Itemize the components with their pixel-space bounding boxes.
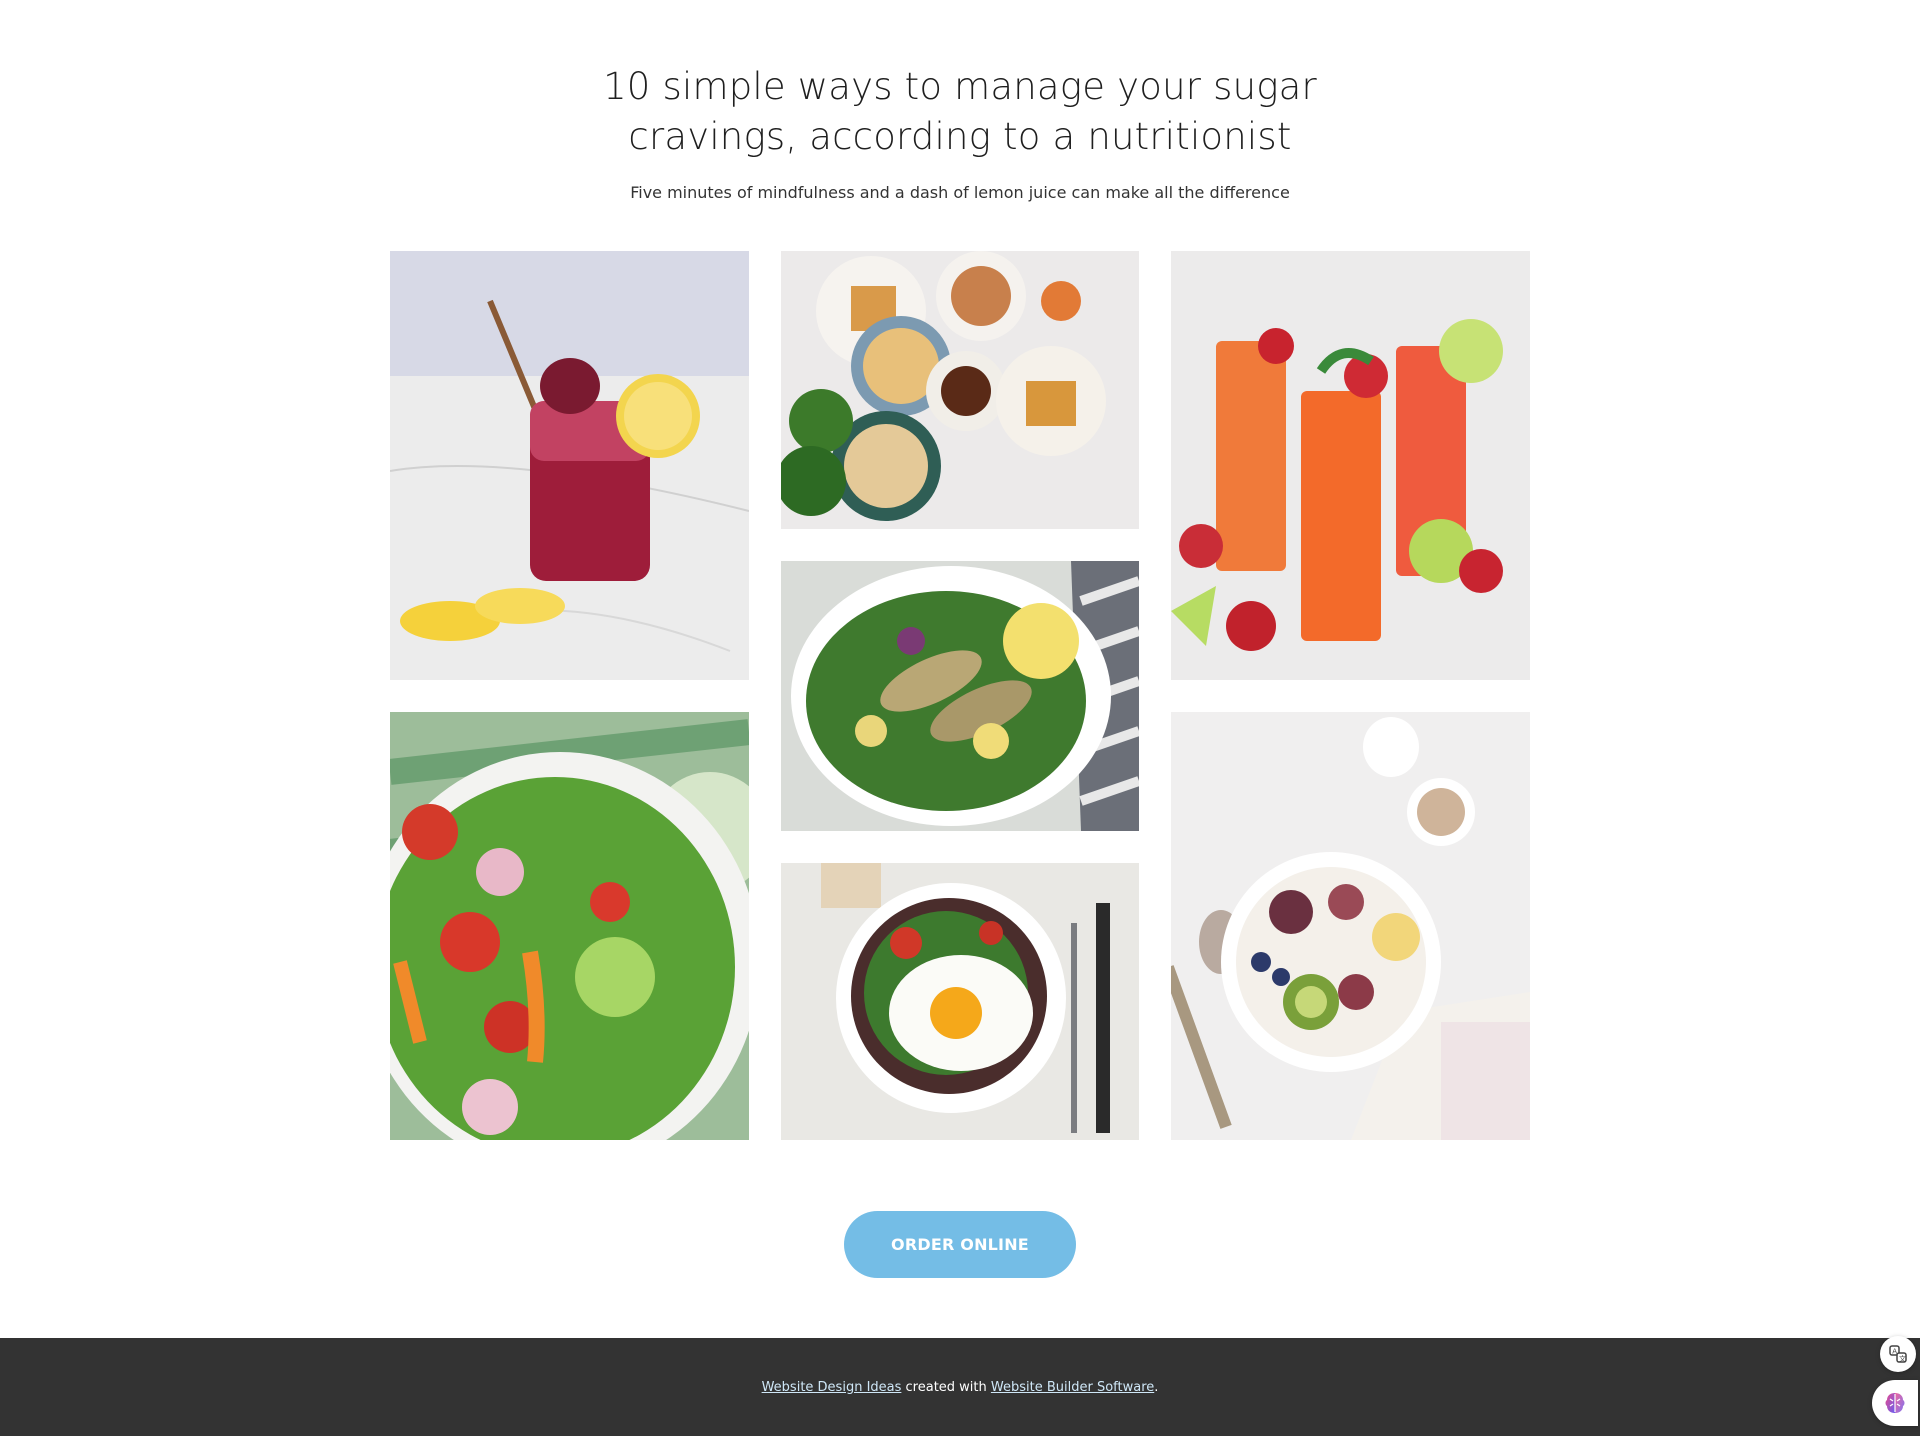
- photo-strawberry-drinks[interactable]: [1171, 251, 1530, 680]
- berry-lemonade-image: [390, 251, 749, 680]
- photo-breakfast-bowls[interactable]: [781, 251, 1139, 529]
- footer-link-builder-software[interactable]: Website Builder Software: [991, 1380, 1154, 1395]
- order-online-button[interactable]: ORDER ONLINE: [844, 1211, 1076, 1278]
- translate-button[interactable]: A 文: [1880, 1336, 1916, 1372]
- footer-credit: Website Design Ideas created with Websit…: [0, 1380, 1920, 1395]
- page-subtitle: Five minutes of mindfulness and a dash o…: [630, 183, 1290, 202]
- brain-icon: [1885, 1393, 1905, 1413]
- footer-link-design-ideas[interactable]: Website Design Ideas: [762, 1380, 902, 1395]
- photo-green-salad[interactable]: [390, 712, 749, 1140]
- footer-text-created-with: created with: [901, 1380, 991, 1395]
- fruit-yogurt-bowl-image: [1171, 712, 1530, 1140]
- footer-text-period: .: [1154, 1380, 1159, 1395]
- svg-text:文: 文: [1899, 1354, 1906, 1363]
- strawberry-drinks-image: [1171, 251, 1530, 680]
- page-title-line1: 10 simple ways to manage your sugar: [603, 65, 1317, 108]
- salmon-salad-image: [781, 561, 1139, 831]
- photo-fruit-yogurt-bowl[interactable]: [1171, 712, 1530, 1140]
- footer: Website Design Ideas created with Websit…: [0, 1338, 1920, 1436]
- photo-salmon-salad[interactable]: [781, 561, 1139, 831]
- page-title-line2: cravings, according to a nutritionist: [628, 115, 1292, 158]
- ai-assistant-button[interactable]: [1872, 1380, 1918, 1426]
- photo-berry-lemonade-jar[interactable]: [390, 251, 749, 680]
- svg-text:A: A: [1892, 1348, 1897, 1356]
- breakfast-bowls-image: [781, 251, 1139, 529]
- photo-fried-egg-salad[interactable]: [781, 863, 1139, 1140]
- page-title: 10 simple ways to manage your sugar crav…: [560, 62, 1360, 162]
- green-salad-image: [390, 712, 749, 1140]
- translate-icon: A 文: [1889, 1345, 1907, 1363]
- fried-egg-salad-image: [781, 863, 1139, 1140]
